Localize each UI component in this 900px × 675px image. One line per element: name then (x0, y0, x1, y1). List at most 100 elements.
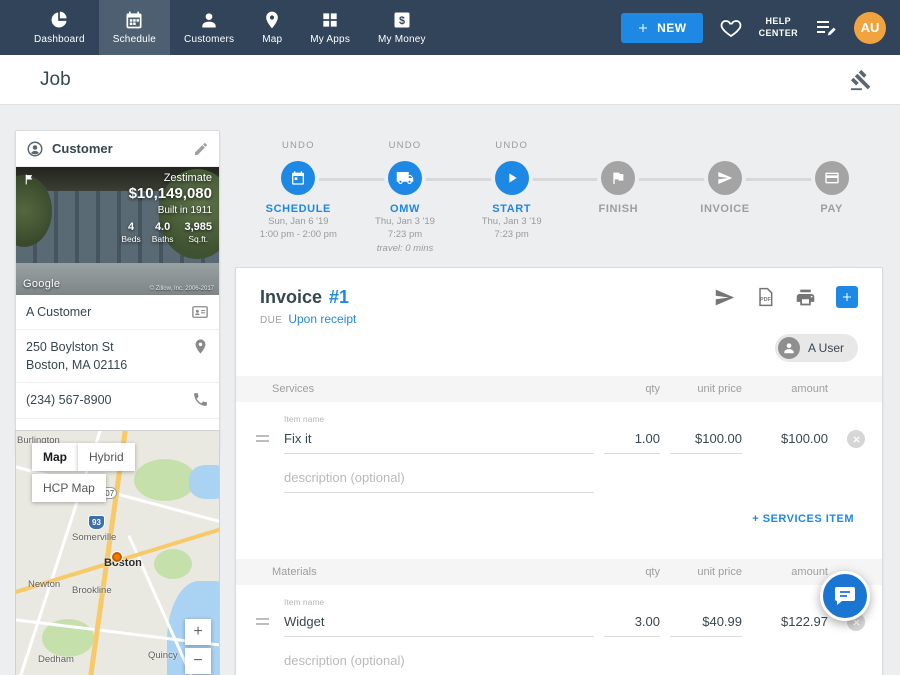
job-tools-gavel-icon[interactable] (850, 69, 872, 91)
property-stats: 4 Beds 4.0 Baths 3,985 Sq.ft. (121, 221, 212, 244)
map-label-boston: Boston (104, 557, 142, 569)
timeline-step-start: UNDO START Thu, Jan 3 '19 7:23 pm (458, 135, 565, 255)
add-services-item-link[interactable]: + SERVICES ITEM (752, 513, 854, 525)
zillow-attribution: © Zillow, Inc. 2006-2017 (150, 286, 214, 292)
step-time: 7:23 pm (495, 228, 529, 241)
hcp-map-button[interactable]: HCP Map (32, 474, 106, 502)
invoice-header: Invoice #1 PDF (236, 268, 882, 308)
service-name-input[interactable] (284, 431, 594, 454)
item-name-label: Item name (284, 597, 594, 607)
baths-value: 4.0 (152, 221, 174, 233)
user-avatar[interactable]: AU (854, 12, 886, 44)
material-description-row (236, 653, 882, 675)
drag-handle-icon[interactable] (250, 435, 274, 454)
add-invoice-item-button[interactable] (836, 286, 858, 308)
page-title: Job (40, 69, 71, 91)
nav-items: Dashboard Schedule Customers Map My Apps… (0, 0, 440, 55)
zoom-out-button[interactable]: − (185, 648, 211, 674)
job-location-marker[interactable] (112, 552, 122, 562)
service-amount: $100.00 (752, 431, 828, 454)
nav-item-my-apps[interactable]: My Apps (296, 0, 364, 55)
referral-heart-icon[interactable] (719, 16, 743, 40)
customer-name-row: A Customer (16, 295, 219, 330)
remove-service-item-button[interactable] (847, 430, 865, 448)
nav-label: Schedule (113, 34, 156, 45)
material-unit-price-input[interactable] (670, 614, 742, 637)
step-label: SCHEDULE (266, 203, 331, 215)
customer-address-row[interactable]: 250 Boylston St Boston, MA 02116 (16, 330, 219, 383)
avatar-initials: AU (861, 20, 880, 35)
due-terms-link[interactable]: Upon receipt (288, 312, 356, 326)
step-date: Thu, Jan 3 '19 (375, 215, 435, 228)
material-qty-input[interactable] (604, 614, 660, 637)
service-unit-price-input[interactable] (670, 431, 742, 454)
user-chip-avatar (778, 337, 800, 359)
undo-omw-link[interactable]: UNDO (389, 140, 422, 151)
nav-item-schedule[interactable]: Schedule (99, 0, 170, 55)
top-navigation-bar: Dashboard Schedule Customers Map My Apps… (0, 0, 900, 55)
undo-start-link[interactable]: UNDO (495, 140, 528, 151)
help-center-button[interactable]: HELP CENTER (759, 16, 798, 39)
map-widget[interactable]: Burlington Lynn Somerville Boston Newton… (15, 430, 220, 675)
assigned-user-chip[interactable]: A User (775, 334, 858, 362)
service-description-input[interactable] (284, 470, 594, 493)
stat-sqft: 3,985 Sq.ft. (184, 221, 212, 244)
tasks-list-icon[interactable] (814, 16, 838, 40)
services-section-header: Services qty unit price amount (236, 376, 882, 402)
nav-right-controls: NEW HELP CENTER AU (621, 0, 900, 55)
edit-pencil-icon[interactable] (193, 141, 209, 157)
nav-label: Map (262, 34, 282, 45)
omw-step-button[interactable] (388, 161, 422, 195)
zestimate-label: Zestimate (121, 172, 212, 184)
address-line1: 250 Boylston St (26, 338, 184, 356)
nav-item-customers[interactable]: Customers (170, 0, 248, 55)
chat-fab-button[interactable] (820, 571, 870, 621)
step-label: INVOICE (700, 203, 749, 215)
pdf-icon[interactable]: PDF (755, 287, 775, 307)
step-travel-time: travel: 0 mins (377, 242, 434, 255)
service-qty-input[interactable] (604, 431, 660, 454)
material-description-input[interactable] (284, 653, 594, 675)
pay-step-button[interactable] (815, 161, 849, 195)
amount-column-header: amount (791, 383, 828, 395)
drag-handle-icon[interactable] (250, 618, 274, 637)
finish-step-button[interactable] (601, 161, 635, 195)
property-photo: Zestimate $10,149,080 Built in 1911 4 Be… (16, 167, 219, 295)
zestimate-overlay: Zestimate $10,149,080 Built in 1911 4 Be… (121, 172, 212, 244)
nav-label: My Money (378, 34, 426, 45)
undo-schedule-link[interactable]: UNDO (282, 140, 315, 151)
start-step-button[interactable] (495, 161, 529, 195)
print-icon[interactable] (795, 287, 816, 308)
material-name-input[interactable] (284, 614, 594, 637)
step-label: FINISH (599, 203, 639, 215)
new-button-label: NEW (657, 21, 687, 35)
person-icon (782, 341, 796, 355)
service-item-row: Item name $100.00 (236, 414, 882, 454)
nav-item-dashboard[interactable]: Dashboard (20, 0, 99, 55)
nav-item-map[interactable]: Map (248, 0, 296, 55)
customer-phone-row[interactable]: (234) 567-8900 (16, 383, 219, 418)
customer-address: 250 Boylston St Boston, MA 02116 (26, 338, 184, 374)
customers-icon (199, 10, 219, 30)
invoice-step-button[interactable] (708, 161, 742, 195)
svg-text:PDF: PDF (760, 297, 772, 303)
map-type-button-map[interactable]: Map (32, 443, 78, 471)
unit-price-column-header: unit price (697, 383, 742, 395)
timeline-step-pay: PAY (778, 135, 885, 255)
flag-icon (23, 173, 36, 186)
qty-column-header: qty (645, 383, 660, 395)
service-name-cell: Item name (284, 414, 594, 454)
invoice-actions: PDF (714, 286, 858, 308)
step-label: START (492, 203, 531, 215)
map-label-town: Brookline (72, 585, 112, 596)
invoice-due-row: DUE Upon receipt (236, 308, 882, 326)
new-button[interactable]: NEW (621, 13, 703, 43)
zoom-in-button[interactable]: + (185, 619, 211, 645)
material-item-row: Item name $122.97 (236, 597, 882, 637)
invoice-number: #1 (329, 287, 349, 308)
nav-item-my-money[interactable]: $ My Money (364, 0, 440, 55)
schedule-step-button[interactable] (281, 161, 315, 195)
nav-label: Customers (184, 34, 234, 45)
map-type-button-hybrid[interactable]: Hybrid (78, 443, 135, 471)
send-invoice-icon[interactable] (714, 287, 735, 308)
